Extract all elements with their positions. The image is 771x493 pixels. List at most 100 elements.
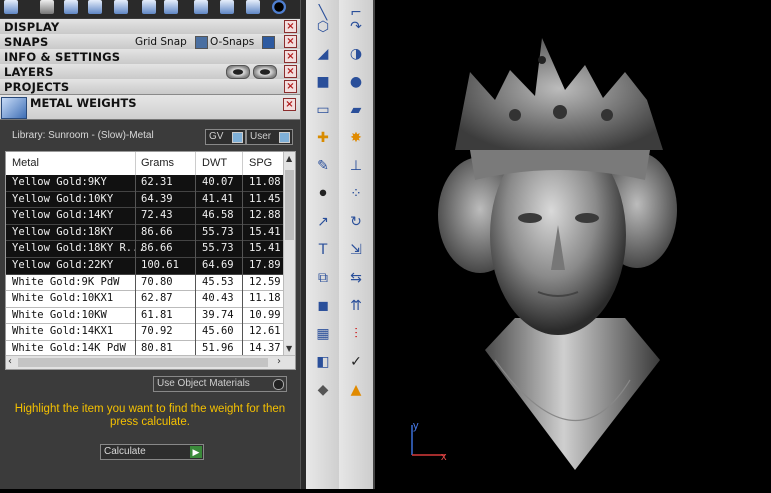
grid-icon[interactable] — [246, 0, 260, 14]
gv-checkbox[interactable] — [232, 132, 243, 143]
bars-icon[interactable] — [88, 0, 102, 14]
cell-grams: 100.61 — [141, 258, 179, 271]
layer-lock-icon[interactable] — [226, 65, 250, 79]
text-tool-icon[interactable]: T — [312, 239, 334, 261]
link-icon[interactable] — [194, 0, 208, 14]
metal-weights-header[interactable]: METAL WEIGHTS × — [0, 95, 300, 120]
column-divider — [195, 152, 196, 175]
curve-edit-icon[interactable] — [64, 0, 78, 14]
cell-dwt: 40.07 — [202, 176, 234, 188]
3d-viewport[interactable]: y x — [375, 0, 771, 489]
cell-spg: 15.41 — [249, 225, 281, 238]
osnaps-label: O-Snaps — [210, 36, 255, 48]
surface-icon[interactable] — [142, 0, 156, 14]
cell-grams: 80.81 — [141, 341, 173, 354]
column-header-spg[interactable]: SPG — [249, 157, 272, 169]
curve-tool-icon[interactable]: ↗ — [312, 211, 334, 233]
cut-icon[interactable] — [220, 0, 234, 14]
cell-metal: White Gold:14KX1 — [12, 325, 114, 338]
scroll-thumb[interactable] — [285, 170, 294, 240]
close-icon[interactable]: × — [284, 20, 297, 33]
cylinder-tool-icon[interactable]: ▭ — [312, 99, 334, 121]
use-object-materials-checkbox[interactable]: Use Object Materials — [153, 376, 287, 392]
cell-metal: Yellow Gold:14KY — [12, 209, 114, 222]
pen-tool-icon[interactable]: ✎ — [312, 155, 334, 177]
osnaps-toggle[interactable] — [262, 36, 275, 49]
move-icon[interactable] — [114, 0, 128, 14]
table-horizontal-scrollbar[interactable]: ‹ › — [6, 355, 295, 369]
cell-metal: Yellow Gold:22KY — [12, 258, 114, 271]
calculate-button[interactable]: Calculate ▶ — [100, 444, 204, 460]
column-header-dwt[interactable]: DWT — [202, 157, 227, 169]
use-object-materials-toggle[interactable] — [273, 379, 284, 390]
circle-icon[interactable] — [272, 0, 286, 14]
layers-panel-header[interactable]: LAYERS × — [0, 64, 300, 80]
curve-icon[interactable] — [40, 0, 54, 14]
scale-tool-icon[interactable]: ⇲ — [345, 239, 367, 261]
axis-y-label: y — [413, 420, 419, 432]
metal-table: Metal Grams DWT SPG Yellow Gold:9KY 62.31… — [5, 151, 296, 370]
puzzle-tool-icon[interactable]: ✚ — [312, 127, 334, 149]
transform-tool-icon[interactable]: ⧉ — [312, 267, 334, 289]
polygon-tool-icon[interactable]: ⬡ — [312, 16, 334, 38]
grid-snap-toggle[interactable] — [195, 36, 208, 49]
toolbar-column-1: ╲ ⬡ ◢ ■ ▭ ✚ ✎ ⚫ ↗ T ⧉ ◼ ▦ ◧ ◆ — [306, 0, 340, 489]
array-tool-icon[interactable]: ▦ — [312, 323, 334, 345]
cell-grams: 62.31 — [141, 176, 173, 188]
user-label: User — [250, 131, 272, 142]
calculate-label: Calculate — [104, 446, 146, 457]
scroll-left-icon[interactable]: ‹ — [8, 356, 12, 367]
align-tool-icon[interactable]: ⊥ — [345, 155, 367, 177]
user-toggle[interactable]: User — [246, 129, 293, 145]
column-header-grams[interactable]: Grams — [141, 157, 174, 169]
scroll-thumb[interactable] — [18, 358, 268, 367]
projects-panel-header[interactable]: PROJECTS × — [0, 79, 300, 95]
cell-metal: Yellow Gold:10KY — [12, 192, 114, 205]
column-divider — [242, 175, 243, 355]
snaps-panel-header[interactable]: SNAPS Grid Snap O-Snaps × — [0, 34, 300, 50]
boolean-tool-icon[interactable]: ⚫ — [312, 183, 334, 205]
cell-grams: 70.92 — [141, 325, 173, 338]
plane-tool-icon[interactable]: ▰ — [345, 99, 367, 121]
table-vertical-scrollbar[interactable]: ▲ ▼ — [283, 152, 295, 355]
scroll-down-icon[interactable]: ▼ — [286, 344, 292, 353]
sweep-tool-icon[interactable]: ◑ — [345, 43, 367, 65]
layer-visibility-icon[interactable] — [253, 65, 277, 79]
shape-tool-icon[interactable]: ◆ — [312, 379, 334, 401]
rotate-tool-icon[interactable]: ↻ — [345, 211, 367, 233]
box-tool-icon[interactable]: ■ — [312, 71, 334, 93]
surface-tool-icon[interactable]: ◧ — [312, 351, 334, 373]
cell-metal: White Gold:10KX1 — [12, 292, 114, 305]
sphere-tool-icon[interactable]: ● — [345, 71, 367, 93]
cell-spg: 12.88 — [249, 209, 281, 222]
display-panel-header[interactable]: DISPLAY × — [0, 19, 300, 35]
cone-tool-icon[interactable]: ▲ — [345, 379, 367, 401]
scroll-right-icon[interactable]: › — [277, 356, 281, 367]
close-icon[interactable]: × — [284, 80, 297, 93]
gv-toggle[interactable]: GV — [205, 129, 246, 145]
column-header-metal[interactable]: Metal — [12, 157, 39, 169]
mirror-tool-icon[interactable]: ⇆ — [345, 267, 367, 289]
bend-tool-icon[interactable]: ↷ — [345, 16, 367, 38]
play-icon[interactable]: ▶ — [190, 446, 202, 458]
scroll-up-icon[interactable]: ▲ — [286, 154, 292, 163]
polyline-tool-icon[interactable]: ◢ — [312, 43, 334, 65]
cube-tool-icon[interactable]: ◼ — [312, 295, 334, 317]
cell-metal: Yellow Gold:9KY — [12, 176, 107, 188]
points-tool-icon[interactable]: ⁘ — [345, 183, 367, 205]
close-icon[interactable]: × — [284, 50, 297, 63]
cell-metal: Yellow Gold:18KY — [12, 225, 114, 238]
extrude-tool-icon[interactable]: ⇈ — [345, 295, 367, 317]
explode-tool-icon[interactable]: ✸ — [345, 127, 367, 149]
info-settings-panel-header[interactable]: INFO & SETTINGS × — [0, 49, 300, 65]
measure-tool-icon[interactable]: ⫶ — [345, 323, 367, 345]
cell-dwt: 46.58 — [202, 209, 234, 222]
cube-icon[interactable] — [4, 0, 18, 14]
fan-icon[interactable] — [164, 0, 178, 14]
user-checkbox[interactable] — [279, 132, 290, 143]
close-icon[interactable]: × — [283, 98, 296, 111]
close-icon[interactable]: × — [284, 35, 297, 48]
close-icon[interactable]: × — [284, 65, 297, 78]
info-settings-title: INFO & SETTINGS — [4, 50, 121, 64]
check-icon[interactable]: ✓ — [345, 351, 367, 373]
